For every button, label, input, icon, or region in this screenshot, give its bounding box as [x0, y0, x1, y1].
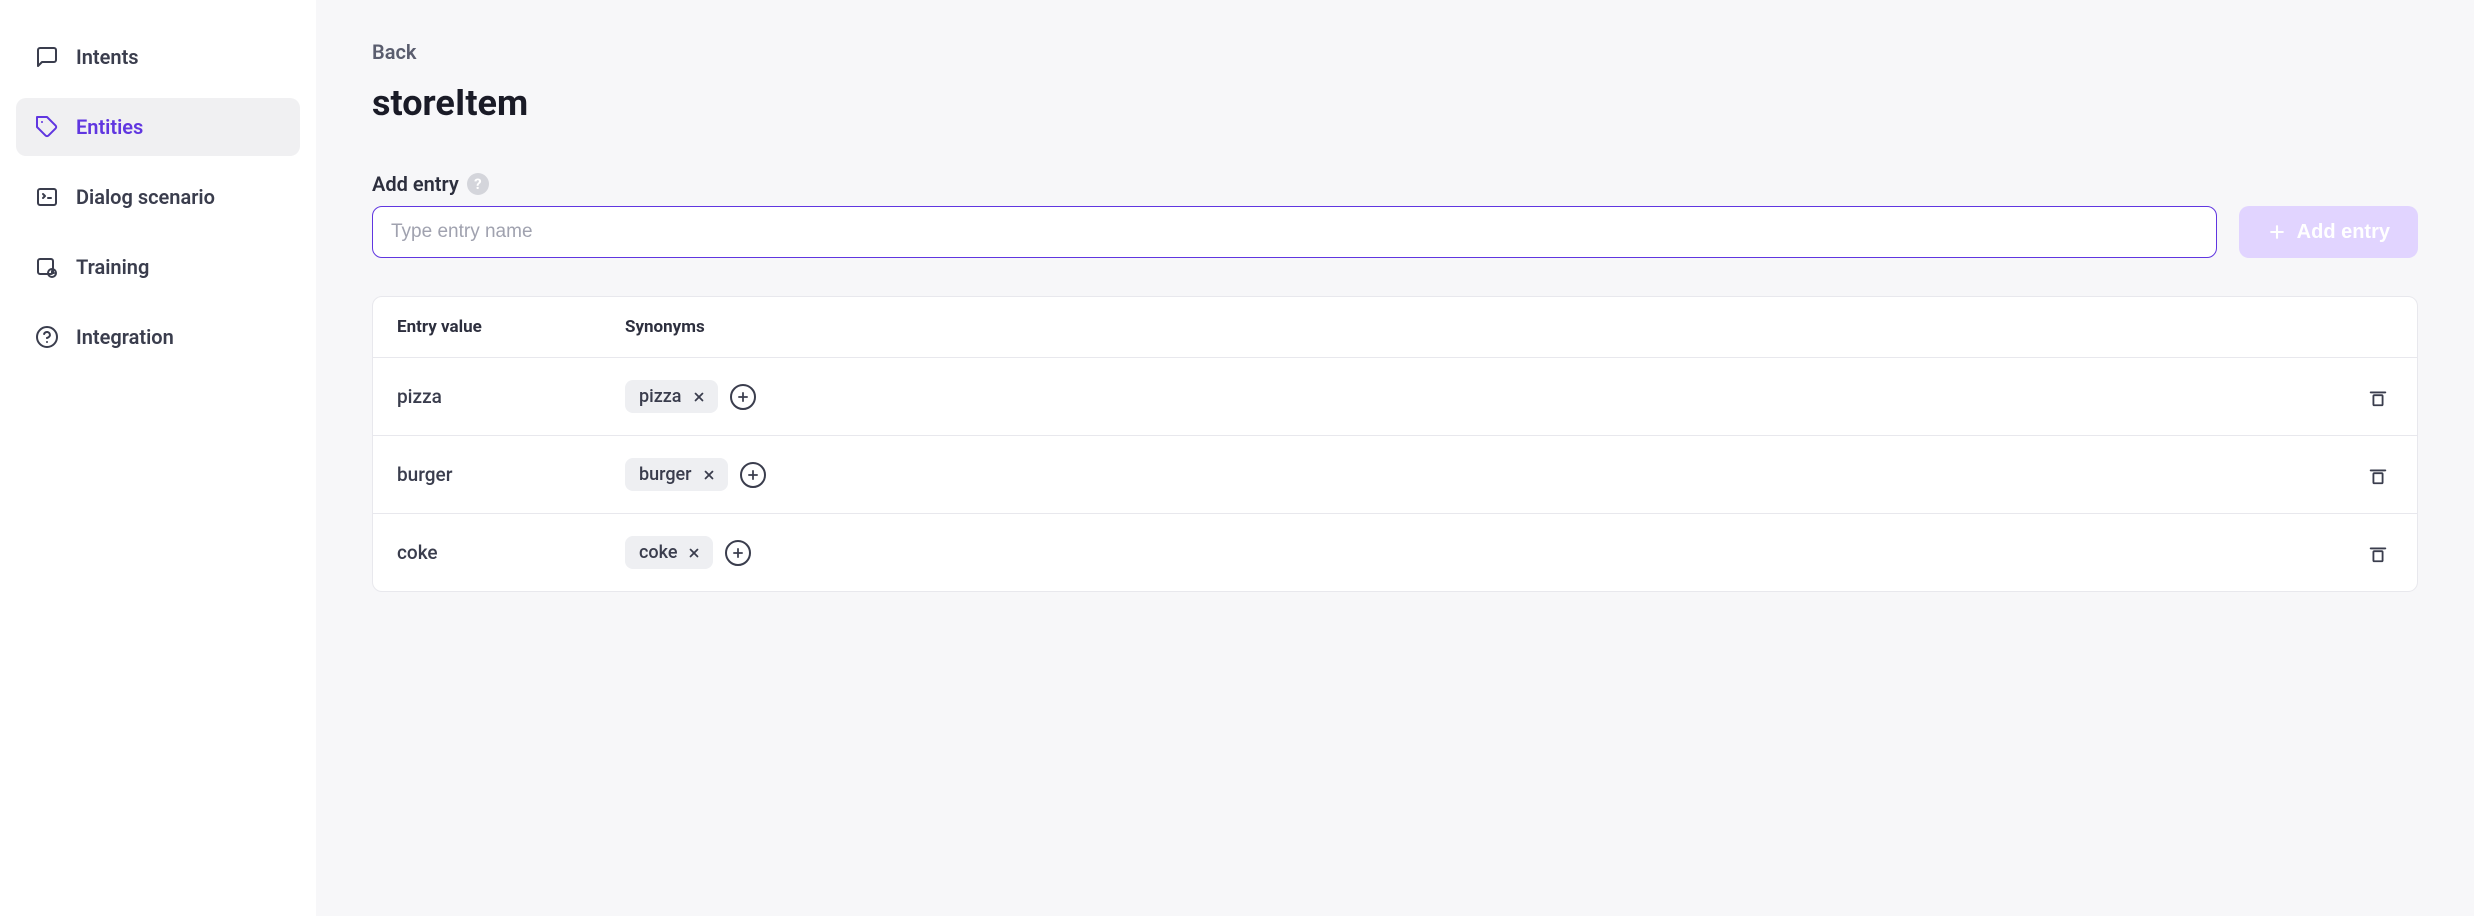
terminal-icon	[34, 184, 60, 210]
synonym-chip-label: burger	[639, 464, 692, 485]
table-row: burger burger	[373, 436, 2417, 514]
sidebar-item-label: Dialog scenario	[76, 185, 215, 209]
actions-cell	[2343, 538, 2393, 568]
delete-button[interactable]	[2363, 382, 2393, 412]
delete-button[interactable]	[2363, 460, 2393, 490]
synonym-chip: coke	[625, 536, 713, 569]
sidebar-item-training[interactable]: Training	[16, 238, 300, 296]
column-header-synonyms: Synonyms	[625, 317, 2393, 337]
sidebar-item-label: Integration	[76, 325, 174, 349]
add-entry-label-row: Add entry ?	[372, 172, 2418, 196]
chat-icon	[34, 44, 60, 70]
table-row: pizza pizza	[373, 358, 2417, 436]
entry-value-cell[interactable]: coke	[397, 541, 625, 564]
sidebar: Intents Entities Dialog scenario	[0, 0, 316, 916]
entry-value-cell[interactable]: pizza	[397, 385, 625, 408]
column-header-entry-value: Entry value	[397, 317, 625, 337]
synonym-chip-label: coke	[639, 542, 677, 563]
page-title: storeItem	[372, 82, 2418, 124]
add-synonym-button[interactable]	[725, 540, 751, 566]
add-entry-button-label: Add entry	[2297, 221, 2390, 244]
sidebar-item-entities[interactable]: Entities	[16, 98, 300, 156]
tag-icon	[34, 114, 60, 140]
add-synonym-button[interactable]	[740, 462, 766, 488]
add-entry-button[interactable]: Add entry	[2239, 206, 2418, 258]
sidebar-item-label: Intents	[76, 45, 139, 69]
delete-button[interactable]	[2363, 538, 2393, 568]
training-icon	[34, 254, 60, 280]
main-content: Back storeItem Add entry ? Add entry Ent…	[316, 0, 2474, 916]
add-synonym-button[interactable]	[730, 384, 756, 410]
entry-name-input[interactable]	[372, 206, 2217, 258]
sidebar-item-dialog-scenario[interactable]: Dialog scenario	[16, 168, 300, 226]
table-row: coke coke	[373, 514, 2417, 591]
synonym-chip-label: pizza	[639, 386, 682, 407]
back-link[interactable]: Back	[372, 40, 416, 64]
help-circle-icon	[34, 324, 60, 350]
close-icon[interactable]	[690, 388, 708, 406]
synonym-chip: pizza	[625, 380, 718, 413]
sidebar-item-integration[interactable]: Integration	[16, 308, 300, 366]
sidebar-item-label: Training	[76, 255, 149, 279]
plus-icon	[2267, 222, 2287, 242]
actions-cell	[2343, 382, 2393, 412]
synonyms-cell: coke	[625, 536, 2343, 569]
synonyms-cell: burger	[625, 458, 2343, 491]
close-icon[interactable]	[685, 544, 703, 562]
help-icon[interactable]: ?	[467, 173, 489, 195]
sidebar-item-label: Entities	[76, 115, 143, 139]
synonyms-cell: pizza	[625, 380, 2343, 413]
synonym-chip: burger	[625, 458, 728, 491]
sidebar-item-intents[interactable]: Intents	[16, 28, 300, 86]
add-entry-label: Add entry	[372, 172, 459, 196]
table-header: Entry value Synonyms	[373, 297, 2417, 358]
input-row: Add entry	[372, 206, 2418, 258]
entry-value-cell[interactable]: burger	[397, 463, 625, 486]
entries-table: Entry value Synonyms pizza pizza	[372, 296, 2418, 592]
close-icon[interactable]	[700, 466, 718, 484]
actions-cell	[2343, 460, 2393, 490]
